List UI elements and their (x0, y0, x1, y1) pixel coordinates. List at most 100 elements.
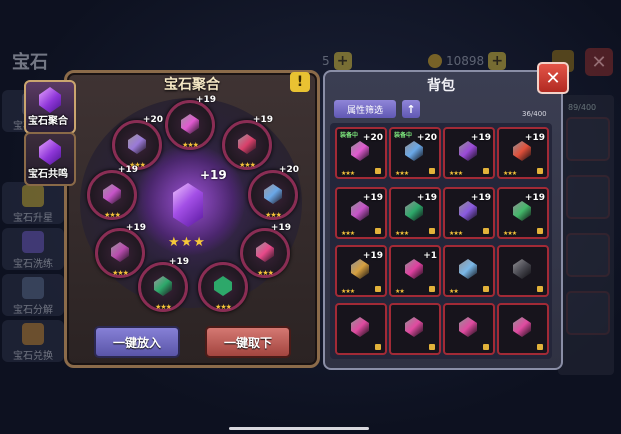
fusion-slot-9[interactable]: ★★★ (198, 262, 248, 312)
fusion-slot-7[interactable]: +19 ★★★ (240, 223, 291, 278)
attribute-filter-button[interactable]: 属性筛选 (334, 100, 396, 118)
lock-icon (429, 228, 435, 234)
lock-icon (537, 228, 543, 234)
lock-icon (429, 286, 435, 292)
lock-icon (375, 344, 381, 350)
background-title: 宝石 (12, 52, 48, 73)
side-tab-exchange-label: 宝石兑换 (13, 351, 53, 362)
backpack-item[interactable]: +19 ★★★ (335, 187, 387, 239)
backpack-item[interactable]: ★★ (443, 245, 495, 297)
coin-icon (428, 54, 442, 68)
backpack-item[interactable] (497, 303, 549, 355)
slot-level: +19 (252, 115, 273, 125)
slot-level: +20 (278, 165, 299, 175)
gem-icon (154, 276, 172, 296)
backpack-item[interactable] (389, 303, 441, 355)
backpack-item[interactable]: +19 ★★★ (497, 187, 549, 239)
gem-icon (405, 201, 423, 221)
item-level: +19 (416, 193, 437, 203)
backpack-item[interactable]: +19 ★★★ (335, 245, 387, 297)
fusion-slot-2[interactable]: +19 ★★★ (222, 115, 273, 170)
fusion-slot-1[interactable]: +19 ★★★ (165, 95, 216, 150)
item-stars: ★★★ (503, 170, 517, 177)
gem-icon (351, 317, 369, 337)
backpack-item[interactable]: +19 ★★★ (389, 187, 441, 239)
gem-icon (459, 201, 477, 221)
backpack-item[interactable]: 装备中 +20 ★★★ (389, 127, 441, 179)
backpack-title: 背包 (427, 78, 455, 94)
background-bag-count: 89/400 (568, 103, 597, 112)
sort-arrow-icon[interactable]: ↑ (402, 100, 420, 118)
backpack-item[interactable]: +1 ★★ (389, 245, 441, 297)
lock-icon (429, 344, 435, 350)
fusion-slot-3[interactable]: +20 ★★★ (112, 115, 163, 170)
gem-icon (214, 276, 232, 296)
slot-stars: ★★★ (265, 211, 282, 219)
gem-icon (351, 141, 369, 161)
gem-icon (351, 259, 369, 279)
fusion-slot-5[interactable]: +19 ★★★ (87, 165, 138, 220)
background-currency-1: 5 + (322, 50, 352, 72)
fusion-slot-4[interactable]: +20 ★★★ (248, 165, 299, 220)
lock-icon (483, 228, 489, 234)
item-stars: ★★★ (341, 288, 355, 295)
gem-icon (39, 87, 61, 113)
gem-icon (405, 259, 423, 279)
star-icon (22, 185, 44, 207)
take-all-button[interactable]: 一键取下 (205, 326, 291, 358)
currency-1-plus-button: + (333, 52, 352, 70)
item-level: +20 (416, 133, 437, 143)
center-gem-stars: ★★★ (168, 235, 206, 250)
background-bag-strip (558, 95, 614, 375)
fusion-slot-8[interactable]: +19 ★★★ (138, 257, 189, 312)
backpack-item[interactable]: +19 ★★★ (443, 127, 495, 179)
tab-fusion-label: 宝石聚合 (28, 116, 68, 127)
lock-icon (483, 286, 489, 292)
slot-stars: ★★★ (112, 269, 129, 277)
info-warning-icon[interactable]: ! (290, 72, 310, 92)
gem-icon (128, 134, 146, 154)
slot-stars: ★★★ (239, 161, 256, 169)
equipped-tag: 装备中 (340, 132, 359, 139)
item-level: +19 (524, 193, 545, 203)
gem-icon (256, 242, 274, 262)
gem-icon (405, 141, 423, 161)
backpack-item[interactable] (497, 245, 549, 297)
backpack-item[interactable]: 装备中 +20 ★★★ (335, 127, 387, 179)
slot-level: +19 (117, 165, 138, 175)
gem-icon (111, 242, 129, 262)
gem-icon (459, 259, 477, 279)
currency-2-value: 10898 (446, 54, 485, 68)
item-stars: ★★★ (395, 230, 409, 237)
background-bag-cell (566, 175, 610, 219)
item-level: +20 (362, 133, 383, 143)
side-tab-decompose-label: 宝石分解 (13, 305, 53, 316)
gem-icon (513, 317, 531, 337)
backpack-item[interactable]: +19 ★★★ (443, 187, 495, 239)
currency-2-plus-button: + (488, 52, 507, 70)
backpack-item[interactable] (335, 303, 387, 355)
lock-icon (483, 168, 489, 174)
lock-icon (375, 228, 381, 234)
slot-level: +19 (195, 95, 216, 105)
slot-level: +19 (270, 223, 291, 233)
slot-level: +19 (168, 257, 189, 267)
backpack-item[interactable] (443, 303, 495, 355)
fusion-title: 宝石聚合 (164, 77, 220, 93)
close-button[interactable]: ✕ (537, 62, 569, 94)
gem-icon (351, 201, 369, 221)
gem-icon (103, 184, 121, 204)
item-level: +19 (362, 251, 383, 261)
backpack-item[interactable]: +19 ★★★ (497, 127, 549, 179)
item-stars: ★★★ (449, 170, 463, 177)
fusion-slot-6[interactable]: +19 ★★★ (95, 223, 146, 278)
background-close-button: ✕ (585, 48, 613, 76)
item-stars: ★★ (395, 288, 405, 295)
gem-icon (238, 134, 256, 154)
slot-level: +20 (142, 115, 163, 125)
put-all-button[interactable]: 一键放入 (94, 326, 180, 358)
side-tab-star: 宝石升星 (2, 182, 64, 224)
lock-icon (429, 168, 435, 174)
lock-icon (375, 168, 381, 174)
exchange-icon (22, 323, 44, 345)
